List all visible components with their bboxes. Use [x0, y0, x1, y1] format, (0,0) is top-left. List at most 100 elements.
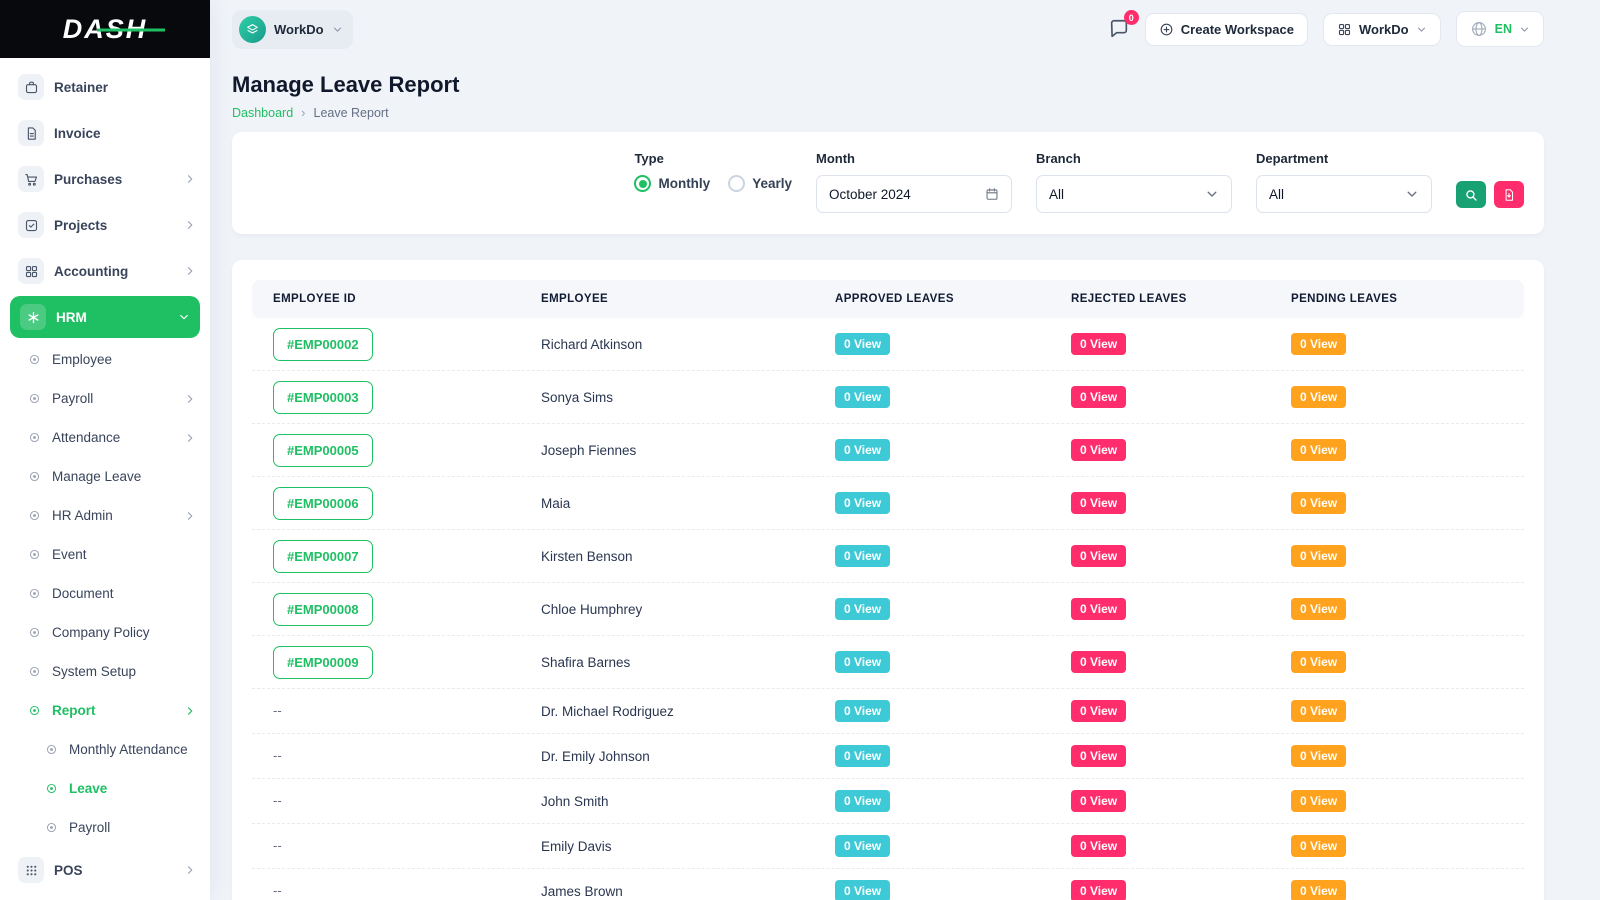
department-select[interactable]: All — [1256, 175, 1432, 213]
sidebar-item-hrm[interactable]: HRM — [10, 296, 200, 338]
sidebar-item-employee[interactable]: Employee — [0, 340, 210, 379]
export-button[interactable] — [1494, 181, 1524, 208]
account-menu-button[interactable]: WorkDo — [1323, 13, 1441, 46]
pending-view-badge[interactable]: 0 View — [1291, 651, 1346, 673]
chevron-down-icon — [1416, 24, 1427, 35]
sidebar-item-hr-admin[interactable]: HR Admin — [0, 496, 210, 535]
rejected-view-badge[interactable]: 0 View — [1071, 651, 1126, 673]
employee-id-chip[interactable]: #EMP00003 — [273, 381, 373, 414]
employee-id-chip[interactable]: #EMP00005 — [273, 434, 373, 467]
chevron-down-icon — [1205, 187, 1219, 201]
sidebar-item-accounting[interactable]: Accounting — [0, 248, 210, 294]
cell-employee-name: Dr. Emily Johnson — [520, 749, 814, 764]
employee-id-chip[interactable]: #EMP00008 — [273, 593, 373, 626]
workspace-switcher[interactable]: WorkDo — [232, 10, 353, 49]
month-input[interactable]: October 2024 — [816, 175, 1012, 213]
pending-view-badge[interactable]: 0 View — [1291, 439, 1346, 461]
branch-select[interactable]: All — [1036, 175, 1232, 213]
rejected-view-badge[interactable]: 0 View — [1071, 880, 1126, 900]
sidebar-item-report[interactable]: Report — [0, 691, 210, 730]
column-header-pending-leaves: PENDING LEAVES — [1270, 293, 1524, 305]
rejected-view-badge[interactable]: 0 View — [1071, 700, 1126, 722]
approved-view-badge[interactable]: 0 View — [835, 880, 890, 900]
filter-buttons — [1456, 181, 1524, 208]
type-label: Type — [634, 151, 792, 166]
rejected-view-badge[interactable]: 0 View — [1071, 790, 1126, 812]
sidebar-item-pos[interactable]: POS — [0, 847, 210, 893]
sidebar-item-projects[interactable]: Projects — [0, 202, 210, 248]
employee-id-chip[interactable]: #EMP00007 — [273, 540, 373, 573]
breadcrumb-dashboard-link[interactable]: Dashboard — [232, 106, 293, 120]
employee-id-chip[interactable]: #EMP00006 — [273, 487, 373, 520]
pending-view-badge[interactable]: 0 View — [1291, 545, 1346, 567]
rejected-view-badge[interactable]: 0 View — [1071, 745, 1126, 767]
approved-view-badge[interactable]: 0 View — [835, 386, 890, 408]
approved-view-badge[interactable]: 0 View — [835, 439, 890, 461]
cell-rejected-leaves: 0 View — [1050, 651, 1270, 673]
approved-view-badge[interactable]: 0 View — [835, 835, 890, 857]
breadcrumb-current: Leave Report — [314, 106, 389, 120]
sidebar-item-attendance[interactable]: Attendance — [0, 418, 210, 457]
approved-view-badge[interactable]: 0 View — [835, 598, 890, 620]
sidebar-item-company-policy[interactable]: Company Policy — [0, 613, 210, 652]
sidebar-item-retainer[interactable]: Retainer — [0, 64, 210, 110]
approved-view-badge[interactable]: 0 View — [835, 745, 890, 767]
approved-view-badge[interactable]: 0 View — [835, 700, 890, 722]
pending-view-badge[interactable]: 0 View — [1291, 333, 1346, 355]
messages-button[interactable]: 0 — [1108, 18, 1130, 40]
pending-view-badge[interactable]: 0 View — [1291, 835, 1346, 857]
month-filter-group: Month October 2024 — [816, 151, 1012, 213]
approved-view-badge[interactable]: 0 View — [835, 333, 890, 355]
messages-badge: 0 — [1124, 10, 1139, 25]
cell-rejected-leaves: 0 View — [1050, 880, 1270, 900]
table-row: --Dr. Emily Johnson0 View0 View0 View — [252, 734, 1524, 779]
create-workspace-button[interactable]: Create Workspace — [1145, 13, 1308, 46]
search-button[interactable] — [1456, 181, 1486, 208]
sidebar-item-manage-leave[interactable]: Manage Leave — [0, 457, 210, 496]
cell-employee-name: Richard Atkinson — [520, 337, 814, 352]
type-radio-monthly[interactable]: Monthly — [634, 175, 710, 192]
sidebar-item-event[interactable]: Event — [0, 535, 210, 574]
rejected-view-badge[interactable]: 0 View — [1071, 835, 1126, 857]
pending-view-badge[interactable]: 0 View — [1291, 598, 1346, 620]
rejected-view-badge[interactable]: 0 View — [1071, 386, 1126, 408]
cell-rejected-leaves: 0 View — [1050, 835, 1270, 857]
brand-logo[interactable]: DASH — [0, 0, 210, 58]
cell-approved-leaves: 0 View — [814, 439, 1050, 461]
sidebar-item-label: Leave — [69, 781, 196, 796]
employee-id-chip[interactable]: #EMP00002 — [273, 328, 373, 361]
employee-id-empty: -- — [273, 883, 282, 898]
pending-view-badge[interactable]: 0 View — [1291, 745, 1346, 767]
sidebar-item-payroll[interactable]: Payroll — [0, 808, 210, 847]
pending-view-badge[interactable]: 0 View — [1291, 880, 1346, 900]
cell-pending-leaves: 0 View — [1270, 835, 1524, 857]
sidebar-item-document[interactable]: Document — [0, 574, 210, 613]
sidebar-item-payroll[interactable]: Payroll — [0, 379, 210, 418]
pending-view-badge[interactable]: 0 View — [1291, 492, 1346, 514]
approved-view-badge[interactable]: 0 View — [835, 492, 890, 514]
rejected-view-badge[interactable]: 0 View — [1071, 545, 1126, 567]
pending-view-badge[interactable]: 0 View — [1291, 386, 1346, 408]
target-icon — [27, 664, 42, 679]
radio-icon — [634, 175, 651, 192]
approved-view-badge[interactable]: 0 View — [835, 790, 890, 812]
rejected-view-badge[interactable]: 0 View — [1071, 492, 1126, 514]
sidebar-item-leave[interactable]: Leave — [0, 769, 210, 808]
approved-view-badge[interactable]: 0 View — [835, 651, 890, 673]
rejected-view-badge[interactable]: 0 View — [1071, 333, 1126, 355]
sidebar-item-invoice[interactable]: Invoice — [0, 110, 210, 156]
pending-view-badge[interactable]: 0 View — [1291, 790, 1346, 812]
chevron-right-icon — [184, 393, 196, 405]
pending-view-badge[interactable]: 0 View — [1291, 700, 1346, 722]
language-selector[interactable]: EN — [1456, 11, 1544, 47]
department-value: All — [1269, 187, 1284, 202]
rejected-view-badge[interactable]: 0 View — [1071, 439, 1126, 461]
approved-view-badge[interactable]: 0 View — [835, 545, 890, 567]
sidebar-item-purchases[interactable]: Purchases — [0, 156, 210, 202]
type-radio-yearly[interactable]: Yearly — [728, 175, 792, 192]
sidebar-item-monthly-attendance[interactable]: Monthly Attendance — [0, 730, 210, 769]
table-body: #EMP00002 Richard Atkinson 0 View 0 View 0 V… — [252, 318, 1524, 900]
employee-id-chip[interactable]: #EMP00009 — [273, 646, 373, 679]
sidebar-item-system-setup[interactable]: System Setup — [0, 652, 210, 691]
rejected-view-badge[interactable]: 0 View — [1071, 598, 1126, 620]
